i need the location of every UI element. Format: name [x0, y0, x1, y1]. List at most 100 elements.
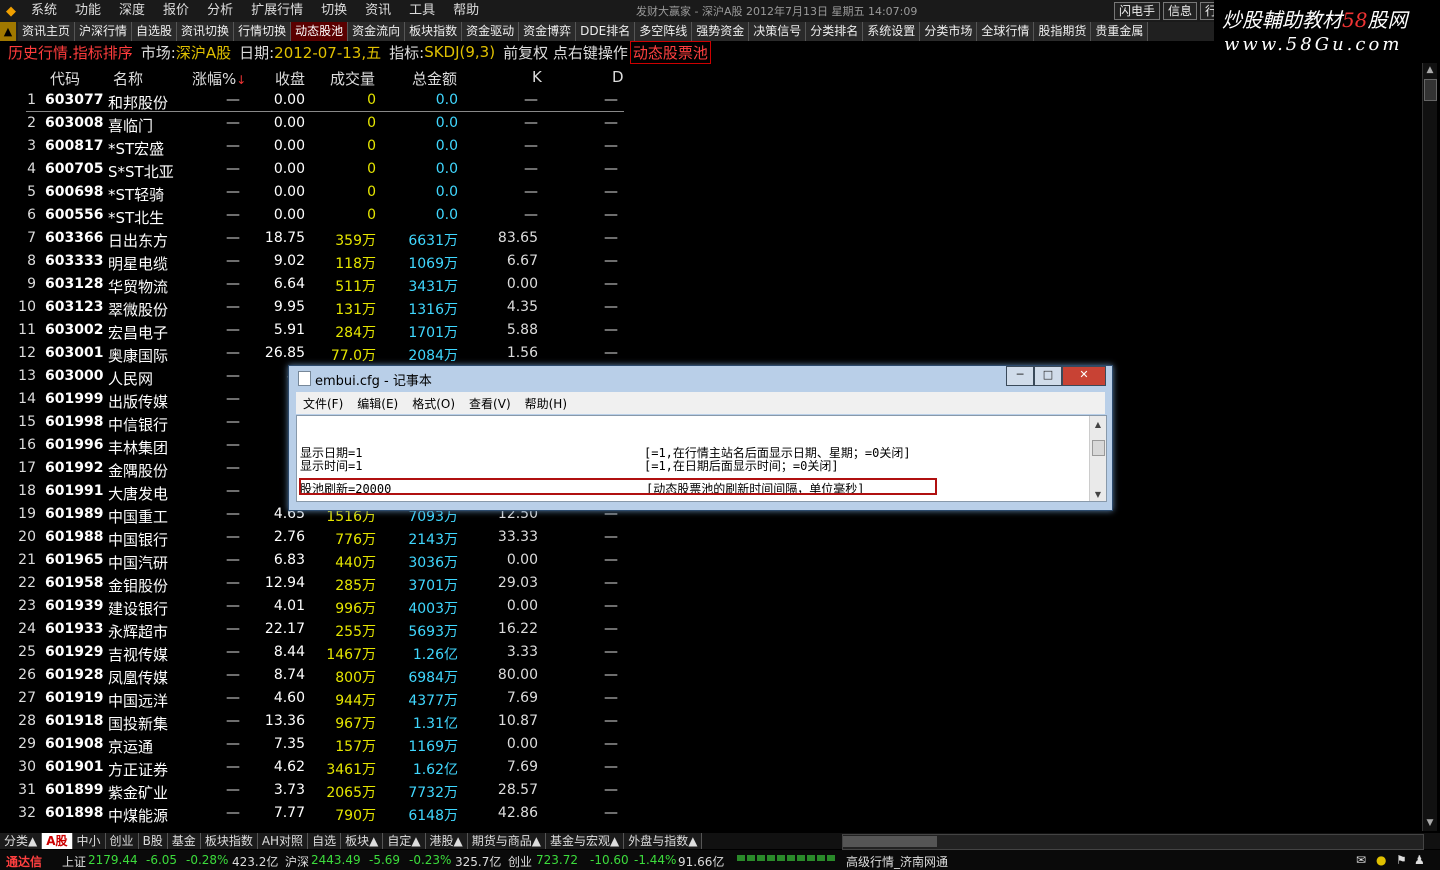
- col-header-amount[interactable]: 总金额: [412, 68, 457, 89]
- col-header-k[interactable]: K: [532, 68, 542, 86]
- tab-item[interactable]: 贵重金属: [1091, 22, 1149, 41]
- menu-item[interactable]: 帮助: [444, 0, 488, 22]
- category-tab[interactable]: AH对照: [257, 833, 309, 849]
- history-mode-label[interactable]: 历史行情.指标排序: [8, 42, 133, 63]
- table-vertical-scrollbar[interactable]: ▲ ▼: [1422, 63, 1437, 831]
- person-icon[interactable]: ♟: [1414, 853, 1425, 867]
- scroll-up-icon[interactable]: ▲: [1424, 64, 1436, 77]
- table-row[interactable]: 10 603123 翠微股份 — 9.95 131万 1316万 4.35 —: [0, 296, 630, 319]
- maximize-button[interactable]: □: [1034, 366, 1062, 386]
- col-header-name[interactable]: 名称: [113, 68, 143, 89]
- menu-item[interactable]: 功能: [66, 0, 110, 22]
- server-label[interactable]: 高级行情_济南网通: [846, 853, 948, 870]
- notepad-menu-item[interactable]: 格式(O): [405, 395, 462, 412]
- table-row[interactable]: 3 600817 *ST宏盛 — 0.00 0 0.0 — —: [0, 135, 630, 158]
- category-tab[interactable]: 板块▲: [341, 833, 384, 849]
- tab-item[interactable]: 行情切换: [234, 22, 292, 41]
- tab-item[interactable]: 板块指数: [405, 22, 463, 41]
- category-tab[interactable]: 自选: [308, 833, 342, 849]
- dynamic-pool-label[interactable]: 动态股票池: [629, 40, 711, 64]
- notepad-titlebar[interactable]: embui.cfg - 记事本 ─ □ ✕: [289, 366, 1112, 390]
- table-row[interactable]: 21 601965 中国汽研 — 6.83 440万 3036万 0.00 —: [0, 549, 630, 572]
- tab-item[interactable]: 沪深行情: [75, 22, 133, 41]
- category-tab[interactable]: A股: [42, 833, 73, 849]
- tab-item[interactable]: 资讯切换: [177, 22, 235, 41]
- scroll-down-icon[interactable]: ▼: [1090, 490, 1106, 499]
- table-row[interactable]: 29 601908 京运通 — 7.35 157万 1169万 0.00 —: [0, 733, 630, 756]
- table-row[interactable]: 22 601958 金钼股份 — 12.94 285万 3701万 29.03 —: [0, 572, 630, 595]
- table-row[interactable]: 30 601901 方正证券 — 4.62 3461万 1.62亿 7.69 —: [0, 756, 630, 779]
- tab-item[interactable]: 资金驱动: [462, 22, 520, 41]
- mail-icon[interactable]: ✉: [1356, 853, 1366, 867]
- category-tab[interactable]: 自定▲: [383, 833, 426, 849]
- menu-item[interactable]: 扩展行情: [242, 0, 312, 22]
- table-row[interactable]: 11 603002 宏昌电子 — 5.91 284万 1701万 5.88 —: [0, 319, 630, 342]
- tab-item[interactable]: 资金流向: [348, 22, 406, 41]
- col-header-close[interactable]: 收盘: [275, 68, 305, 89]
- tab-item[interactable]: 资金博弈: [519, 22, 577, 41]
- category-tab[interactable]: B股: [138, 833, 168, 849]
- horizontal-scrollbar[interactable]: [842, 834, 1424, 850]
- col-header-pct[interactable]: 涨幅%↓: [192, 68, 246, 89]
- category-tab[interactable]: 外盘与指数▲: [624, 833, 703, 849]
- notepad-text-area[interactable]: 显示日期=1 [=1,在行情主站名后面显示日期、星期；=0关闭] 显示时间=1 …: [296, 415, 1107, 502]
- col-header-code[interactable]: 代码: [50, 68, 80, 89]
- table-row[interactable]: 31 601899 紫金矿业 — 3.73 2065万 7732万 28.57 —: [0, 779, 630, 802]
- notepad-scroll-thumb[interactable]: [1092, 440, 1105, 456]
- minimize-button[interactable]: ─: [1006, 366, 1034, 386]
- notepad-menu-item[interactable]: 文件(F): [296, 395, 350, 412]
- lock-icon[interactable]: ●: [1376, 853, 1386, 867]
- tab-item[interactable]: 资讯主页: [18, 22, 76, 41]
- menu-item[interactable]: 切换: [312, 0, 356, 22]
- scroll-thumb[interactable]: [1424, 79, 1437, 101]
- table-row[interactable]: 23 601939 建设银行 — 4.01 996万 4003万 0.00 —: [0, 595, 630, 618]
- category-tab[interactable]: 创业: [105, 833, 139, 849]
- menu-item[interactable]: 报价: [154, 0, 198, 22]
- tab-item[interactable]: 自选股: [132, 22, 178, 41]
- table-row[interactable]: 12 603001 奥康国际 — 26.85 77.0万 2084万 1.56 —: [0, 342, 630, 365]
- scroll-down-icon[interactable]: ▼: [1424, 817, 1436, 830]
- table-row[interactable]: 26 601928 凤凰传媒 — 8.74 800万 6984万 80.00 —: [0, 664, 630, 687]
- close-button[interactable]: ✕: [1062, 366, 1106, 386]
- category-tab[interactable]: 基金与宏观▲: [546, 833, 625, 849]
- table-row[interactable]: 9 603128 华贸物流 — 6.64 511万 3431万 0.00 —: [0, 273, 630, 296]
- hscroll-thumb[interactable]: [843, 836, 937, 847]
- tab-item[interactable]: 决策信号: [749, 22, 807, 41]
- table-row[interactable]: 2 603008 喜临门 — 0.00 0 0.0 — —: [0, 112, 630, 135]
- category-tab[interactable]: 期货与商品▲: [467, 833, 547, 849]
- category-tab[interactable]: 港股▲: [425, 833, 468, 849]
- category-tab[interactable]: 板块指数: [200, 833, 258, 849]
- tab-item[interactable]: 分类市场: [920, 22, 978, 41]
- menu-item[interactable]: 系统: [22, 0, 66, 22]
- table-row[interactable]: 25 601929 吉视传媒 — 8.44 1467万 1.26亿 3.33 —: [0, 641, 630, 664]
- tab-item[interactable]: DDE排名: [576, 22, 636, 41]
- table-row[interactable]: 32 601898 中煤能源 — 7.77 790万 6148万 42.86 —: [0, 802, 630, 825]
- tab-item[interactable]: 全球行情: [977, 22, 1035, 41]
- tab-item[interactable]: 股指期货: [1034, 22, 1092, 41]
- category-tab[interactable]: 基金: [167, 833, 201, 849]
- tab-item[interactable]: 多空阵线: [635, 22, 693, 41]
- tab-item[interactable]: 系统设置: [863, 22, 921, 41]
- menu-item[interactable]: 资讯: [356, 0, 400, 22]
- tab-item[interactable]: 强势资金: [692, 22, 750, 41]
- scroll-up-icon[interactable]: ▲: [1090, 420, 1106, 429]
- toolbar-button[interactable]: 闪电手: [1114, 2, 1161, 20]
- table-row[interactable]: 28 601918 国投新集 — 13.36 967万 1.31亿 10.87 —: [0, 710, 630, 733]
- table-row[interactable]: 27 601919 中国远洋 — 4.60 944万 4377万 7.69 —: [0, 687, 630, 710]
- table-row[interactable]: 24 601933 永辉超市 — 22.17 255万 5693万 16.22 —: [0, 618, 630, 641]
- tab-item[interactable]: 分类排名: [806, 22, 864, 41]
- flag-icon[interactable]: ⚑: [1396, 853, 1407, 867]
- toolbar-button[interactable]: 信息: [1163, 2, 1198, 20]
- menu-item[interactable]: 分析: [198, 0, 242, 22]
- col-header-volume[interactable]: 成交量: [330, 68, 375, 89]
- notepad-menu-item[interactable]: 编辑(E): [350, 395, 405, 412]
- table-row[interactable]: 6 600556 *ST北生 — 0.00 0 0.0 — —: [0, 204, 630, 227]
- col-header-d[interactable]: D: [612, 68, 624, 86]
- table-row[interactable]: 5 600698 *ST轻骑 — 0.00 0 0.0 — —: [0, 181, 630, 204]
- menu-item[interactable]: 工具: [400, 0, 444, 22]
- category-tab[interactable]: 分类▲: [0, 833, 43, 849]
- table-row[interactable]: 7 603366 日出东方 — 18.75 359万 6631万 83.65 —: [0, 227, 630, 250]
- table-row[interactable]: 8 603333 明星电缆 — 9.02 118万 1069万 6.67 —: [0, 250, 630, 273]
- notepad-menu-item[interactable]: 查看(V): [462, 395, 518, 412]
- table-row[interactable]: 20 601988 中国银行 — 2.76 776万 2143万 33.33 —: [0, 526, 630, 549]
